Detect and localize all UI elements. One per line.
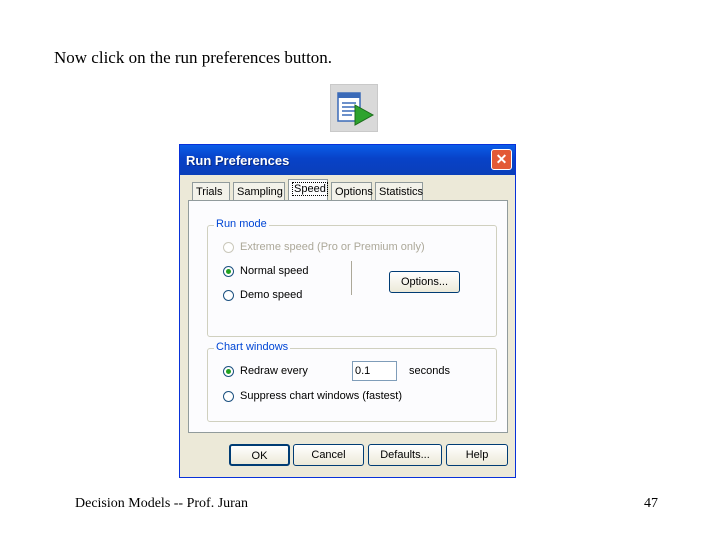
radio-label: Normal speed xyxy=(240,265,309,277)
tab-label: Sampling xyxy=(237,186,283,198)
instruction-text: Now click on the run preferences button. xyxy=(54,48,333,67)
cancel-button[interactable]: Cancel xyxy=(293,444,364,466)
radio-suppress-chart-windows[interactable]: Suppress chart windows (fastest) xyxy=(223,389,402,403)
chart-windows-group: Chart windows Redraw every 0.1 seconds S… xyxy=(207,341,497,422)
redraw-interval-input[interactable]: 0.1 xyxy=(352,361,397,381)
radio-button[interactable] xyxy=(223,265,234,277)
help-button[interactable]: Help xyxy=(446,444,508,466)
chart-windows-label: Chart windows xyxy=(214,341,291,353)
tab-sampling[interactable]: Sampling xyxy=(233,182,285,200)
radio-button[interactable] xyxy=(223,390,234,402)
footer-credit: Decision Models -- Prof. Juran xyxy=(75,496,249,511)
page-number: 47 xyxy=(644,496,658,511)
tab-label: Options xyxy=(335,186,373,198)
run-mode-group: Run mode Extreme speed (Pro or Premium o… xyxy=(207,218,497,337)
radio-demo-speed[interactable]: Demo speed xyxy=(223,288,302,302)
tab-statistics[interactable]: Statistics xyxy=(375,182,423,200)
radio-button[interactable] xyxy=(223,289,234,301)
speed-tab-panel: Run mode Extreme speed (Pro or Premium o… xyxy=(188,200,508,433)
tab-speed[interactable]: Speed xyxy=(288,179,328,201)
run-preferences-icon xyxy=(337,92,375,126)
divider xyxy=(351,261,352,295)
run-preferences-dialog: Run Preferences ✕ Trials Sampling Speed … xyxy=(179,144,516,478)
radio-redraw-every[interactable]: Redraw every xyxy=(223,364,308,378)
dialog-titlebar[interactable]: Run Preferences ✕ xyxy=(180,145,515,175)
run-preferences-button[interactable] xyxy=(330,84,378,132)
radio-label: Extreme speed (Pro or Premium only) xyxy=(240,241,425,253)
run-mode-label: Run mode xyxy=(214,218,269,230)
radio-extreme-speed[interactable]: Extreme speed (Pro or Premium only) xyxy=(223,240,425,254)
seconds-label: seconds xyxy=(409,365,450,377)
radio-label: Redraw every xyxy=(240,365,308,377)
close-button[interactable]: ✕ xyxy=(491,149,512,170)
defaults-button[interactable]: Defaults... xyxy=(368,444,442,466)
tab-label: Trials xyxy=(196,186,223,198)
tab-trials[interactable]: Trials xyxy=(192,182,230,200)
radio-button[interactable] xyxy=(223,241,234,253)
radio-label: Suppress chart windows (fastest) xyxy=(240,390,403,402)
radio-normal-speed[interactable]: Normal speed xyxy=(223,264,308,278)
ok-button[interactable]: OK xyxy=(229,444,290,466)
radio-button[interactable] xyxy=(223,365,234,377)
tab-options[interactable]: Options xyxy=(331,182,373,200)
tab-label: Statistics xyxy=(379,186,424,198)
radio-label: Demo speed xyxy=(240,289,303,301)
dialog-title: Run Preferences xyxy=(186,153,290,168)
tab-label: Speed xyxy=(292,182,328,196)
options-button[interactable]: Options... xyxy=(389,271,460,293)
